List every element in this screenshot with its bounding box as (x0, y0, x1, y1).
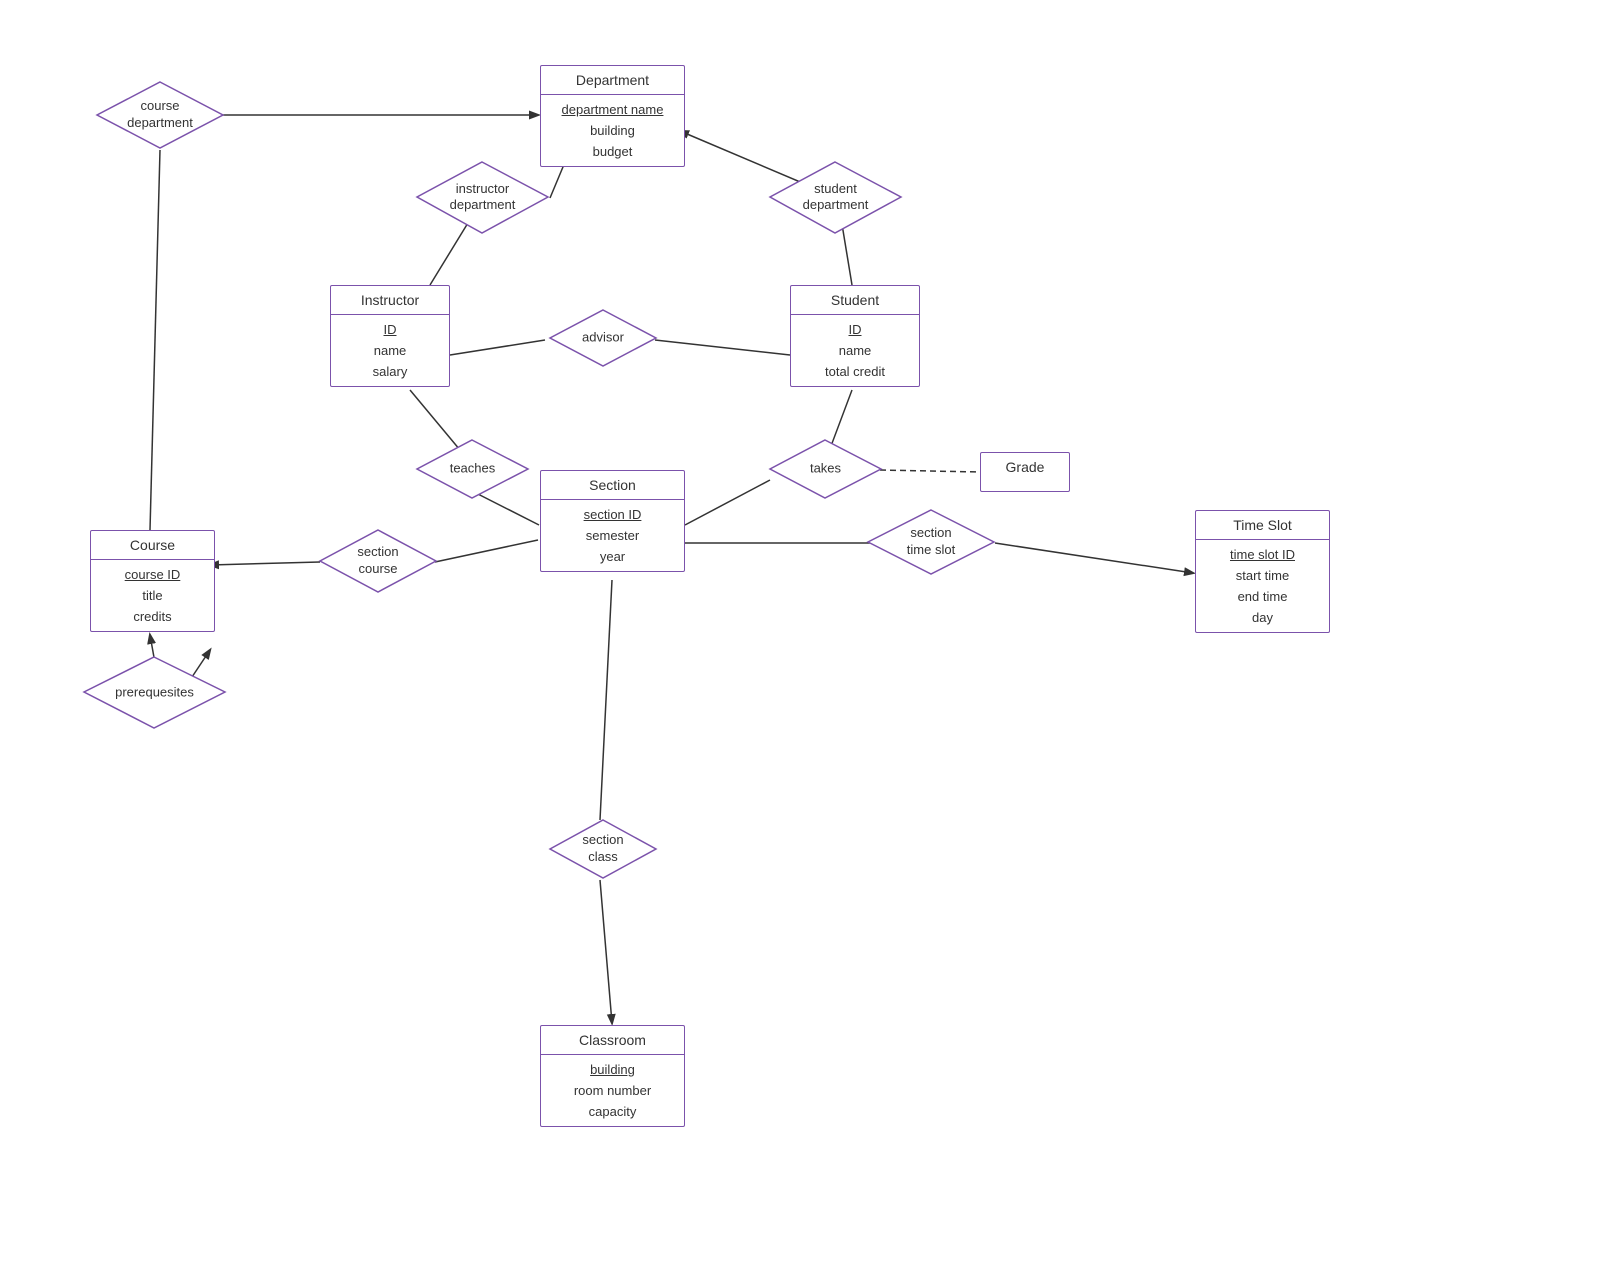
course-attr-title: title (107, 585, 198, 606)
classroom-attrs: building room number capacity (541, 1055, 684, 1126)
classroom-entity: Classroom building room number capacity (540, 1025, 685, 1127)
instructor-entity: Instructor ID name salary (330, 285, 450, 387)
instructor-attr-salary: salary (347, 361, 433, 382)
dept-attr-name: department name (557, 99, 668, 120)
timeslot-attr-day: day (1212, 607, 1313, 628)
course-entity: Course course ID title credits (90, 530, 215, 632)
instructor-dept-diamond: instructordepartment (415, 160, 550, 235)
student-attr-credit: total credit (807, 361, 903, 382)
teaches-diamond: teaches (415, 438, 530, 500)
course-title: Course (91, 531, 214, 560)
instructor-attrs: ID name salary (331, 315, 449, 386)
timeslot-entity: Time Slot time slot ID start time end ti… (1195, 510, 1330, 633)
course-attr-id: course ID (107, 564, 198, 585)
timeslot-attr-start: start time (1212, 565, 1313, 586)
dept-attr-building: building (557, 120, 668, 141)
advisor-diamond: advisor (548, 308, 658, 368)
student-attr-name: name (807, 340, 903, 361)
course-attrs: course ID title credits (91, 560, 214, 631)
student-attrs: ID name total credit (791, 315, 919, 386)
classroom-title: Classroom (541, 1026, 684, 1055)
instructor-title: Instructor (331, 286, 449, 315)
classroom-attr-room: room number (557, 1080, 668, 1101)
student-title: Student (791, 286, 919, 315)
section-entity: Section section ID semester year (540, 470, 685, 572)
timeslot-attrs: time slot ID start time end time day (1196, 540, 1329, 632)
course-attr-credits: credits (107, 606, 198, 627)
section-timeslot-diamond: sectiontime slot (866, 508, 996, 576)
classroom-attr-building: building (557, 1059, 668, 1080)
grade-title: Grade (981, 453, 1069, 481)
timeslot-title: Time Slot (1196, 511, 1329, 540)
grade-entity: Grade (980, 452, 1070, 492)
instructor-attr-id: ID (347, 319, 433, 340)
student-attr-id: ID (807, 319, 903, 340)
student-dept-diamond: studentdepartment (768, 160, 903, 235)
dept-attr-budget: budget (557, 141, 668, 162)
department-entity: Department department name building budg… (540, 65, 685, 167)
section-attrs: section ID semester year (541, 500, 684, 571)
section-attr-semester: semester (557, 525, 668, 546)
section-class-diamond: sectionclass (548, 818, 658, 880)
section-course-diamond: sectioncourse (318, 528, 438, 594)
section-title: Section (541, 471, 684, 500)
prereq-diamond: prerequesites (82, 655, 227, 730)
student-entity: Student ID name total credit (790, 285, 920, 387)
department-title: Department (541, 66, 684, 95)
department-attrs: department name building budget (541, 95, 684, 166)
classroom-attr-capacity: capacity (557, 1101, 668, 1122)
instructor-attr-name: name (347, 340, 433, 361)
section-attr-id: section ID (557, 504, 668, 525)
takes-diamond: takes (768, 438, 883, 500)
section-attr-year: year (557, 546, 668, 567)
course-dept-diamond: coursedepartment (95, 80, 225, 150)
timeslot-attr-end: end time (1212, 586, 1313, 607)
timeslot-attr-id: time slot ID (1212, 544, 1313, 565)
